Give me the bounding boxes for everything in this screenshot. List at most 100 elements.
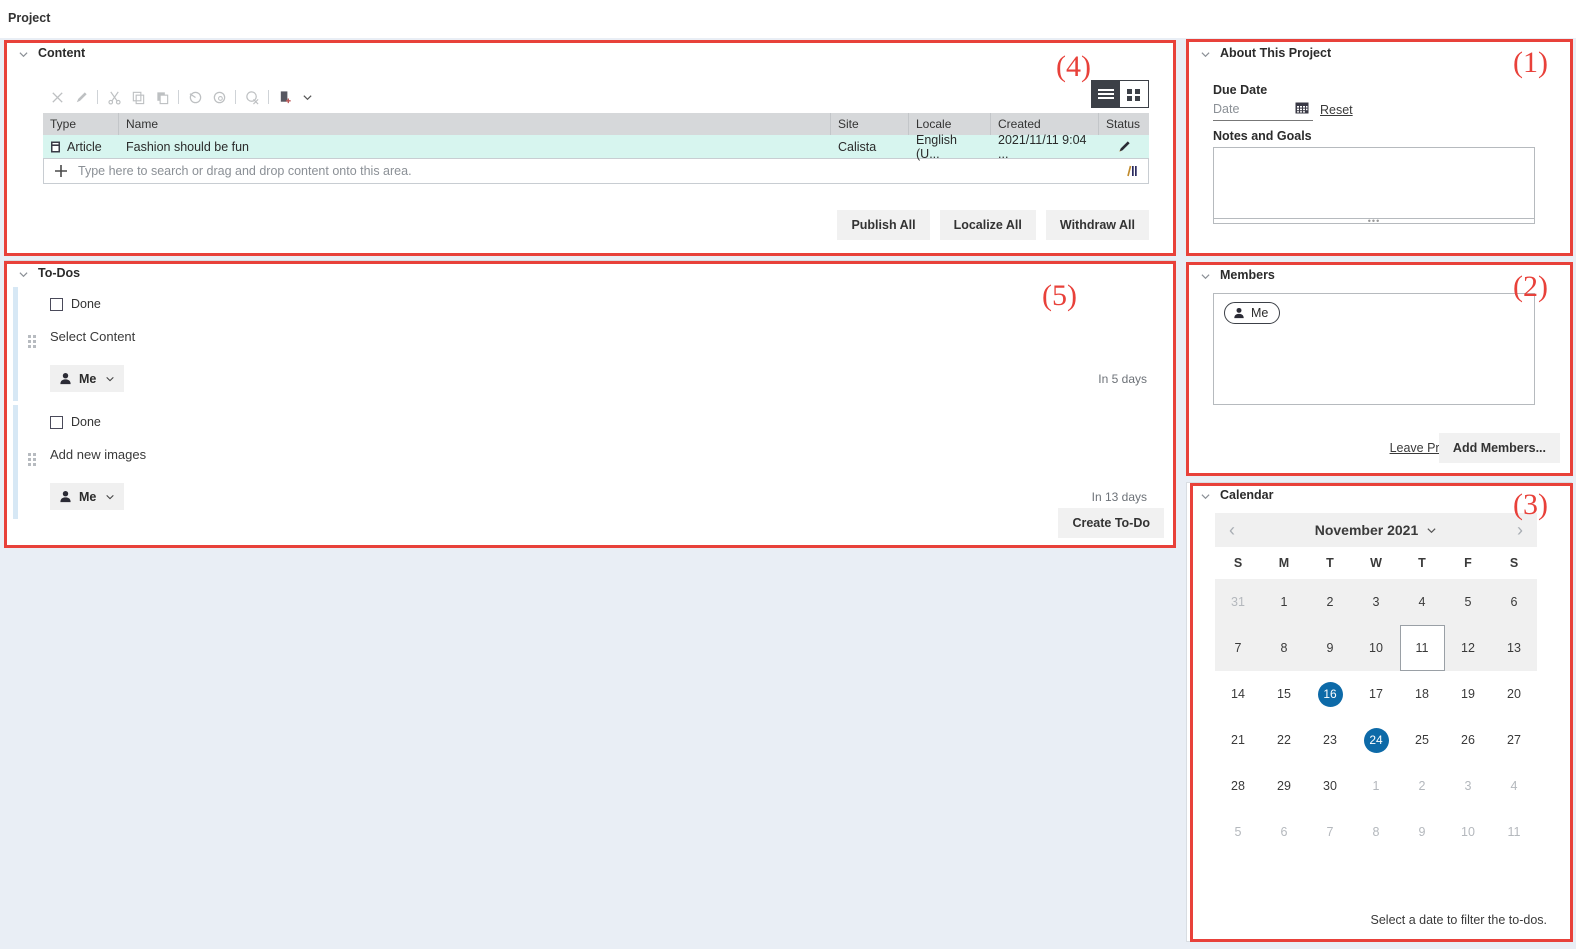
withdraw-all-button[interactable]: Withdraw All [1045,210,1149,240]
calendar-day-cell[interactable]: 26 [1445,717,1491,763]
calendar-day-cell[interactable]: 11 [1491,809,1537,855]
todo-done-toggle[interactable]: Done [50,297,101,311]
drag-handle-icon[interactable] [28,335,38,349]
calendar-day-cell[interactable]: 19 [1445,671,1491,717]
calendar-day-cell[interactable]: 4 [1399,579,1445,625]
checkbox-icon[interactable] [50,297,63,311]
calendar-day-cell[interactable]: 7 [1215,625,1261,671]
column-header-type[interactable]: Type [43,113,119,135]
todo-assignee-dropdown[interactable]: Me [50,365,125,392]
list-view-icon[interactable] [1092,81,1120,107]
calendar-day-cell[interactable]: 24 [1353,717,1399,763]
calendar-day-cell[interactable]: 3 [1445,763,1491,809]
todos-panel: To-Dos Done Select Content Me In 5 days … [4,260,1176,547]
add-members-button[interactable]: Add Members... [1438,433,1560,463]
publish-icon[interactable] [183,86,207,108]
calendar-day-cell[interactable]: 29 [1261,763,1307,809]
chevron-down-icon[interactable] [1201,50,1210,59]
calendar-day-cell[interactable]: 6 [1491,579,1537,625]
calendar-day-cell[interactable]: 23 [1307,717,1353,763]
prev-month-icon[interactable]: ‹ [1215,513,1249,547]
column-header-name[interactable]: Name [119,113,831,135]
todo-assignee-dropdown[interactable]: Me [50,483,125,510]
reset-due-date-link[interactable]: Reset [1320,103,1353,117]
calendar-day-cell[interactable]: 16 [1307,671,1353,717]
list-item[interactable]: Done Select Content Me In 5 days [5,287,1175,405]
calendar-day-cell[interactable]: 8 [1261,625,1307,671]
calendar-day-cell[interactable]: 17 [1353,671,1399,717]
localize-all-button[interactable]: Localize All [939,210,1036,240]
unpublish-icon[interactable] [207,86,231,108]
new-content-dropdown-icon[interactable] [297,86,317,108]
view-toggle[interactable] [1091,80,1149,108]
chevron-down-icon[interactable] [1201,492,1210,501]
calendar-day-cell[interactable]: 10 [1353,625,1399,671]
notes-resize-handle[interactable]: ••• [1213,216,1535,226]
calendar-day-cell[interactable]: 1 [1353,763,1399,809]
todo-text[interactable]: Add new images [50,447,146,462]
calendar-day-cell[interactable]: 31 [1215,579,1261,625]
calendar-day-cell[interactable]: 6 [1261,809,1307,855]
calendar-day-cell[interactable]: 28 [1215,763,1261,809]
calendar-day-cell[interactable]: 5 [1215,809,1261,855]
calendar-day-cell[interactable]: 7 [1307,809,1353,855]
copy-icon[interactable] [126,86,150,108]
calendar-day-cell[interactable]: 20 [1491,671,1537,717]
next-month-icon[interactable]: › [1503,513,1537,547]
calendar-day-cell[interactable]: 11 [1399,625,1445,671]
chevron-down-icon[interactable] [1201,272,1210,281]
column-settings-icon[interactable] [1126,164,1140,178]
calendar-day-cell[interactable]: 15 [1261,671,1307,717]
calendar-day-cell[interactable]: 5 [1445,579,1491,625]
plus-icon[interactable] [44,163,78,179]
calendar-month-selector[interactable]: November 2021 [1249,522,1503,538]
calendar-day-cell[interactable]: 1 [1261,579,1307,625]
column-header-site[interactable]: Site [831,113,909,135]
withdraw-icon[interactable] [240,86,264,108]
calendar-day-cell[interactable]: 2 [1399,763,1445,809]
chevron-down-icon[interactable] [19,270,28,279]
calendar-day-cell[interactable]: 2 [1307,579,1353,625]
grid-view-icon[interactable] [1120,81,1148,107]
publish-all-button[interactable]: Publish All [837,210,930,240]
calendar-icon[interactable] [1295,101,1309,118]
edit-icon[interactable] [69,86,93,108]
calendar-day-cell[interactable]: 3 [1353,579,1399,625]
column-header-status[interactable]: Status [1099,113,1149,135]
calendar-day-cell[interactable]: 21 [1215,717,1261,763]
new-content-icon[interactable] [273,86,297,108]
calendar-day-cell[interactable]: 14 [1215,671,1261,717]
create-todo-button[interactable]: Create To-Do [1058,508,1164,538]
checkbox-icon[interactable] [50,415,63,429]
calendar-day-cell[interactable]: 22 [1261,717,1307,763]
add-content-row[interactable]: Type here to search or drag and drop con… [43,159,1149,184]
chevron-down-icon [105,492,115,502]
chevron-down-icon[interactable] [19,50,28,59]
calendar-day-cell[interactable]: 25 [1399,717,1445,763]
calendar-day-cell[interactable]: 10 [1445,809,1491,855]
edit-pencil-icon[interactable] [1117,139,1132,154]
calendar-day-cell[interactable]: 9 [1307,625,1353,671]
drag-handle-icon[interactable] [28,453,38,467]
calendar-day-cell[interactable]: 13 [1491,625,1537,671]
paste-icon[interactable] [150,86,174,108]
member-chip[interactable]: Me [1224,302,1281,324]
todo-text[interactable]: Select Content [50,329,135,344]
members-list[interactable]: Me [1213,293,1535,405]
todo-accent-bar [13,287,18,401]
table-row[interactable]: Article Fashion should be fun Calista En… [43,133,1149,161]
calendar-day-cell[interactable]: 18 [1399,671,1445,717]
calendar-day-cell[interactable]: 27 [1491,717,1537,763]
calendar-day-cell[interactable]: 8 [1353,809,1399,855]
calendar-day-cell[interactable]: 12 [1445,625,1491,671]
calendar-day-cell[interactable]: 30 [1307,763,1353,809]
todo-done-toggle[interactable]: Done [50,415,101,429]
calendar-day-cell[interactable]: 9 [1399,809,1445,855]
content-toolbar [45,86,317,108]
notes-textarea[interactable] [1213,147,1535,219]
calendar-day-cell[interactable]: 4 [1491,763,1537,809]
delete-icon[interactable] [45,86,69,108]
cut-icon[interactable] [102,86,126,108]
list-item[interactable]: Done Add new images Me In 13 days [5,405,1175,523]
cell-status[interactable] [1099,135,1149,158]
